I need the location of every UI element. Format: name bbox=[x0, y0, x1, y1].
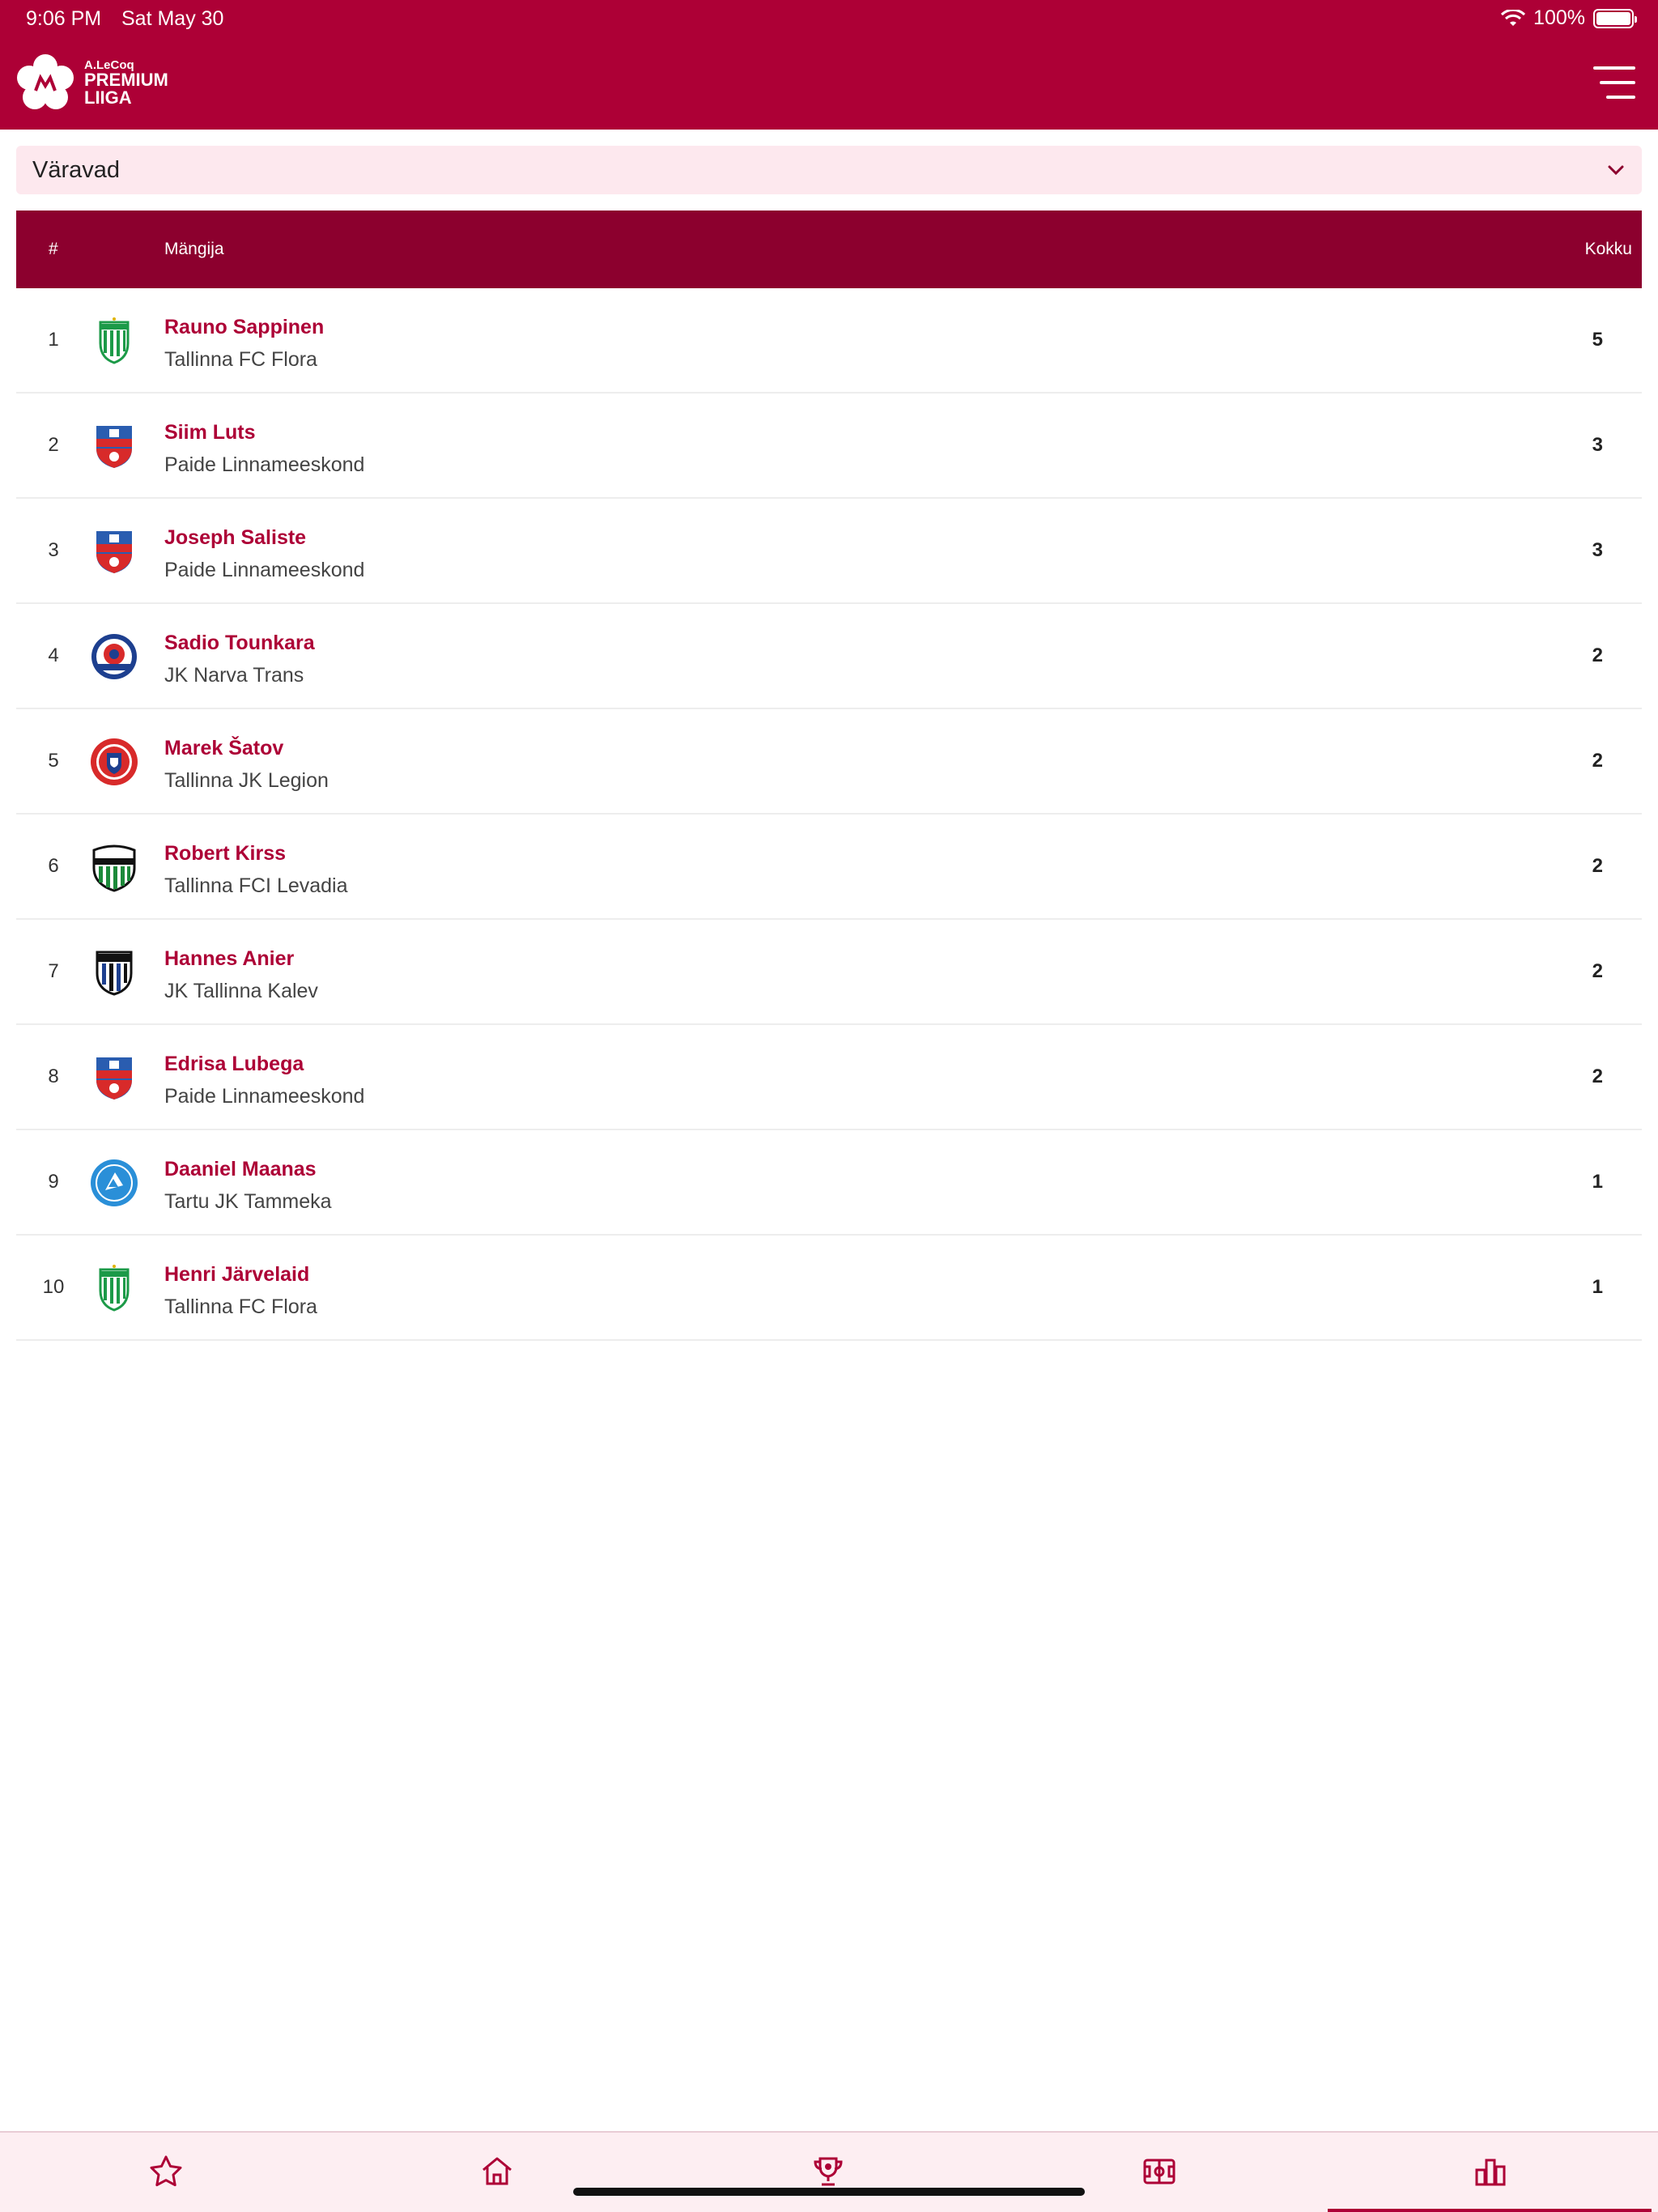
nav-active-indicator bbox=[1328, 2209, 1652, 2212]
goal-total: 2 bbox=[1592, 750, 1603, 772]
flora-badge-icon bbox=[99, 1265, 130, 1312]
nav-competitions[interactable] bbox=[662, 2133, 993, 2212]
paide-badge-icon bbox=[96, 531, 132, 573]
table-row[interactable]: 4 Sadio Tounkara JK Narva Trans 2 bbox=[16, 604, 1642, 709]
status-date: Sat May 30 bbox=[121, 7, 224, 30]
paide-badge-icon bbox=[96, 1057, 132, 1100]
player-name[interactable]: Henri Järvelaid bbox=[164, 1263, 309, 1287]
goal-total: 2 bbox=[1592, 960, 1603, 982]
battery-icon bbox=[1593, 8, 1637, 28]
team-name: Tallinna FC Flora bbox=[164, 348, 317, 371]
bottom-nav bbox=[0, 2131, 1658, 2212]
nav-favorites[interactable] bbox=[0, 2133, 331, 2212]
row-rank: 7 bbox=[48, 960, 59, 982]
team-name: Tallinna FCI Levadia bbox=[164, 874, 348, 897]
narva-badge-icon bbox=[91, 634, 137, 679]
row-rank: 10 bbox=[42, 1276, 65, 1298]
category-dropdown[interactable]: Väravad bbox=[16, 146, 1642, 194]
flower-logo-icon bbox=[17, 54, 74, 109]
table-row[interactable]: 1 Rauno Sappinen Tallinna FC Flora 5 bbox=[16, 288, 1642, 393]
brand-line2: PREMIUM bbox=[84, 69, 168, 90]
brand-line3: LIIGA bbox=[84, 87, 132, 108]
menu-icon-line bbox=[1606, 96, 1635, 99]
flora-badge-icon bbox=[99, 317, 130, 364]
goal-total: 2 bbox=[1592, 644, 1603, 666]
chevron-down-icon bbox=[1608, 165, 1624, 176]
row-rank: 9 bbox=[48, 1171, 59, 1193]
player-name[interactable]: Rauno Sappinen bbox=[164, 316, 324, 339]
legion-badge-icon bbox=[91, 738, 138, 785]
team-name: JK Tallinna Kalev bbox=[164, 980, 318, 1002]
row-rank: 6 bbox=[48, 855, 59, 877]
goal-total: 3 bbox=[1592, 434, 1603, 456]
header-rank: # bbox=[49, 240, 58, 258]
goal-total: 2 bbox=[1592, 855, 1603, 877]
status-right: 100% bbox=[1501, 6, 1637, 30]
paide-badge-icon bbox=[96, 426, 132, 468]
goal-total: 2 bbox=[1592, 1066, 1603, 1087]
team-name: Tallinna FC Flora bbox=[164, 1295, 317, 1318]
nav-matches[interactable] bbox=[993, 2133, 1324, 2212]
team-name: Paide Linnameeskond bbox=[164, 1085, 365, 1108]
table-row[interactable]: 5 Marek Šatov Tallinna JK Legion 2 bbox=[16, 709, 1642, 815]
battery-percent: 100% bbox=[1533, 6, 1585, 29]
stats-icon bbox=[1475, 2159, 1505, 2186]
row-rank: 8 bbox=[48, 1066, 59, 1087]
goal-total: 3 bbox=[1592, 539, 1603, 561]
field-icon bbox=[1143, 2159, 1175, 2184]
player-name[interactable]: Marek Šatov bbox=[164, 737, 283, 760]
row-rank: 4 bbox=[48, 644, 59, 666]
player-name[interactable]: Robert Kirss bbox=[164, 842, 286, 866]
table-row[interactable]: 6 Robert Kirss Tallinna FCI Levadia 2 bbox=[16, 815, 1642, 920]
table-row[interactable]: 7 Hannes Anier JK Tallinna Kalev 2 bbox=[16, 920, 1642, 1025]
goal-total: 5 bbox=[1592, 329, 1603, 351]
header-player: Mängija bbox=[164, 240, 224, 258]
player-name[interactable]: Daaniel Maanas bbox=[164, 1158, 317, 1181]
row-rank: 1 bbox=[48, 329, 59, 351]
top-scorers-table: # Mängija Kokku 1 Rauno Sappinen Tallinn… bbox=[16, 211, 1642, 1341]
status-bar: 9:06 PM Sat May 30 100% bbox=[0, 0, 1658, 37]
tammeka-badge-icon bbox=[91, 1159, 138, 1206]
table-row[interactable]: 2 Siim Luts Paide Linnameeskond 3 bbox=[16, 393, 1642, 499]
player-name[interactable]: Sadio Tounkara bbox=[164, 632, 315, 655]
trophy-icon bbox=[813, 2157, 843, 2186]
team-name: Paide Linnameeskond bbox=[164, 559, 365, 581]
player-name[interactable]: Joseph Saliste bbox=[164, 526, 306, 550]
team-name: JK Narva Trans bbox=[164, 664, 304, 687]
app-header: 9:06 PM Sat May 30 100% A.LeCoq PREMIUM … bbox=[0, 0, 1658, 130]
table-row[interactable]: 9 Daaniel Maanas Tartu JK Tammeka 1 bbox=[16, 1130, 1642, 1236]
nav-home[interactable] bbox=[331, 2133, 662, 2212]
levadia-badge-icon bbox=[92, 844, 136, 892]
category-dropdown-label: Väravad bbox=[32, 157, 121, 183]
team-name: Tartu JK Tammeka bbox=[164, 1190, 332, 1213]
table-row[interactable]: 10 Henri Järvelaid Tallinna FC Flora 1 bbox=[16, 1236, 1642, 1341]
home-indicator bbox=[573, 2188, 1085, 2196]
player-name[interactable]: Edrisa Lubega bbox=[164, 1053, 304, 1076]
wifi-icon bbox=[1501, 9, 1526, 26]
status-time: 9:06 PM bbox=[26, 7, 102, 30]
player-name[interactable]: Hannes Anier bbox=[164, 947, 294, 971]
table-row[interactable]: 8 Edrisa Lubega Paide Linnameeskond 2 bbox=[16, 1025, 1642, 1130]
player-name[interactable]: Siim Luts bbox=[164, 421, 256, 445]
goal-total: 1 bbox=[1592, 1276, 1603, 1298]
team-name: Tallinna JK Legion bbox=[164, 769, 329, 792]
table-row[interactable]: 3 Joseph Saliste Paide Linnameeskond 3 bbox=[16, 499, 1642, 604]
home-icon bbox=[482, 2157, 512, 2185]
row-rank: 2 bbox=[48, 434, 59, 456]
kalev-badge-icon bbox=[96, 951, 133, 996]
header-total: Kokku bbox=[1584, 240, 1632, 258]
nav-statistics[interactable] bbox=[1324, 2133, 1656, 2212]
row-rank: 3 bbox=[48, 539, 59, 561]
menu-icon-line bbox=[1600, 81, 1635, 84]
menu-button[interactable] bbox=[1593, 66, 1635, 99]
team-name: Paide Linnameeskond bbox=[164, 453, 365, 476]
goal-total: 1 bbox=[1592, 1171, 1603, 1193]
brand-text: A.LeCoq PREMIUM LIIGA bbox=[84, 59, 168, 107]
menu-icon bbox=[1593, 66, 1635, 70]
league-logo[interactable]: A.LeCoq PREMIUM LIIGA bbox=[15, 53, 168, 112]
row-rank: 5 bbox=[48, 750, 59, 772]
star-icon bbox=[150, 2155, 181, 2187]
table-header: # Mängija Kokku bbox=[16, 211, 1642, 288]
